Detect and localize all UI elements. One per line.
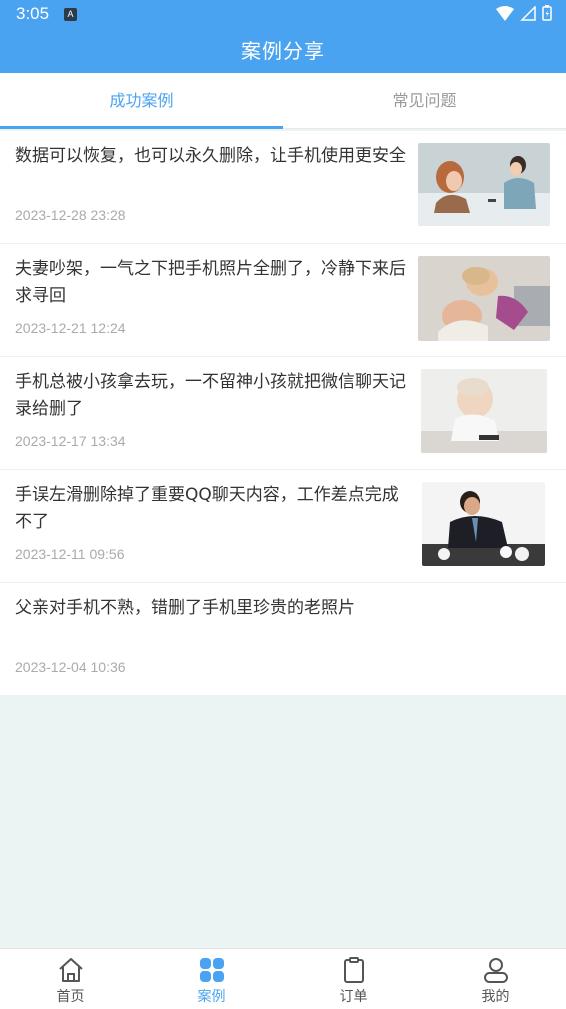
case-date: 2023-12-21 12:24 (15, 320, 126, 336)
case-date: 2023-12-17 13:34 (15, 433, 126, 449)
nav-label: 我的 (481, 989, 510, 1005)
case-title: 夫妻吵架，一气之下把手机照片全删了，冷静下来后求寻回 (15, 259, 406, 306)
nav-profile[interactable]: 我的 (425, 949, 566, 1009)
bottom-navigation: 首页 案例 订单 我的 (0, 948, 566, 1009)
notification-icon: A (64, 8, 77, 21)
nav-label: 订单 (339, 989, 368, 1005)
active-tab-indicator (0, 126, 283, 129)
app-header: 3:05 A 案例分享 (0, 0, 566, 73)
home-icon (58, 958, 83, 982)
list-item[interactable]: 数据可以恢复，也可以永久删除，让手机使用更安全 2023-12-28 23:28 (0, 131, 566, 244)
battery-icon (542, 5, 552, 21)
grid-icon (199, 958, 224, 982)
status-time: 3:05 (16, 4, 50, 23)
couple-at-table-photo (418, 143, 550, 226)
case-list: 数据可以恢复，也可以永久删除，让手机使用更安全 2023-12-28 23:28… (0, 131, 566, 695)
clipboard-icon (343, 957, 364, 983)
family-lying-photo (418, 256, 550, 341)
list-item[interactable]: 夫妻吵架，一气之下把手机照片全删了，冷静下来后求寻回 2023-12-21 12… (0, 244, 566, 357)
case-title: 数据可以恢复，也可以永久删除，让手机使用更安全 (15, 146, 406, 166)
baby-with-phone-photo (421, 369, 547, 453)
case-title: 手误左滑删除掉了重要QQ聊天内容，工作差点完成不了 (15, 485, 399, 532)
nav-cases[interactable]: 案例 (141, 949, 282, 1009)
stressed-businessman-photo (422, 482, 545, 566)
case-date: 2023-12-11 09:56 (15, 546, 125, 562)
list-item[interactable]: 父亲对手机不熟，错删了手机里珍贵的老照片 2023-12-04 10:36 (0, 583, 566, 695)
signal-icon (520, 5, 536, 21)
wifi-icon (496, 5, 514, 21)
tab-bar: 成功案例 常见问题 (0, 73, 566, 129)
nav-label: 案例 (197, 989, 226, 1005)
tab-success-cases[interactable]: 成功案例 (0, 73, 283, 128)
tab-faq[interactable]: 常见问题 (283, 73, 566, 128)
case-title: 父亲对手机不熟，错删了手机里珍贵的老照片 (15, 598, 355, 618)
case-title: 手机总被小孩拿去玩，一不留神小孩就把微信聊天记录给删了 (15, 372, 406, 419)
page-title: 案例分享 (241, 39, 325, 63)
nav-home[interactable]: 首页 (0, 949, 141, 1009)
case-date: 2023-12-04 10:36 (15, 659, 126, 675)
nav-label: 首页 (56, 989, 85, 1005)
case-date: 2023-12-28 23:28 (15, 207, 126, 223)
person-icon (483, 958, 508, 983)
list-item[interactable]: 手机总被小孩拿去玩，一不留神小孩就把微信聊天记录给删了 2023-12-17 1… (0, 357, 566, 470)
nav-orders[interactable]: 订单 (283, 949, 424, 1009)
list-item[interactable]: 手误左滑删除掉了重要QQ聊天内容，工作差点完成不了 2023-12-11 09:… (0, 470, 566, 583)
status-icons (496, 5, 552, 21)
